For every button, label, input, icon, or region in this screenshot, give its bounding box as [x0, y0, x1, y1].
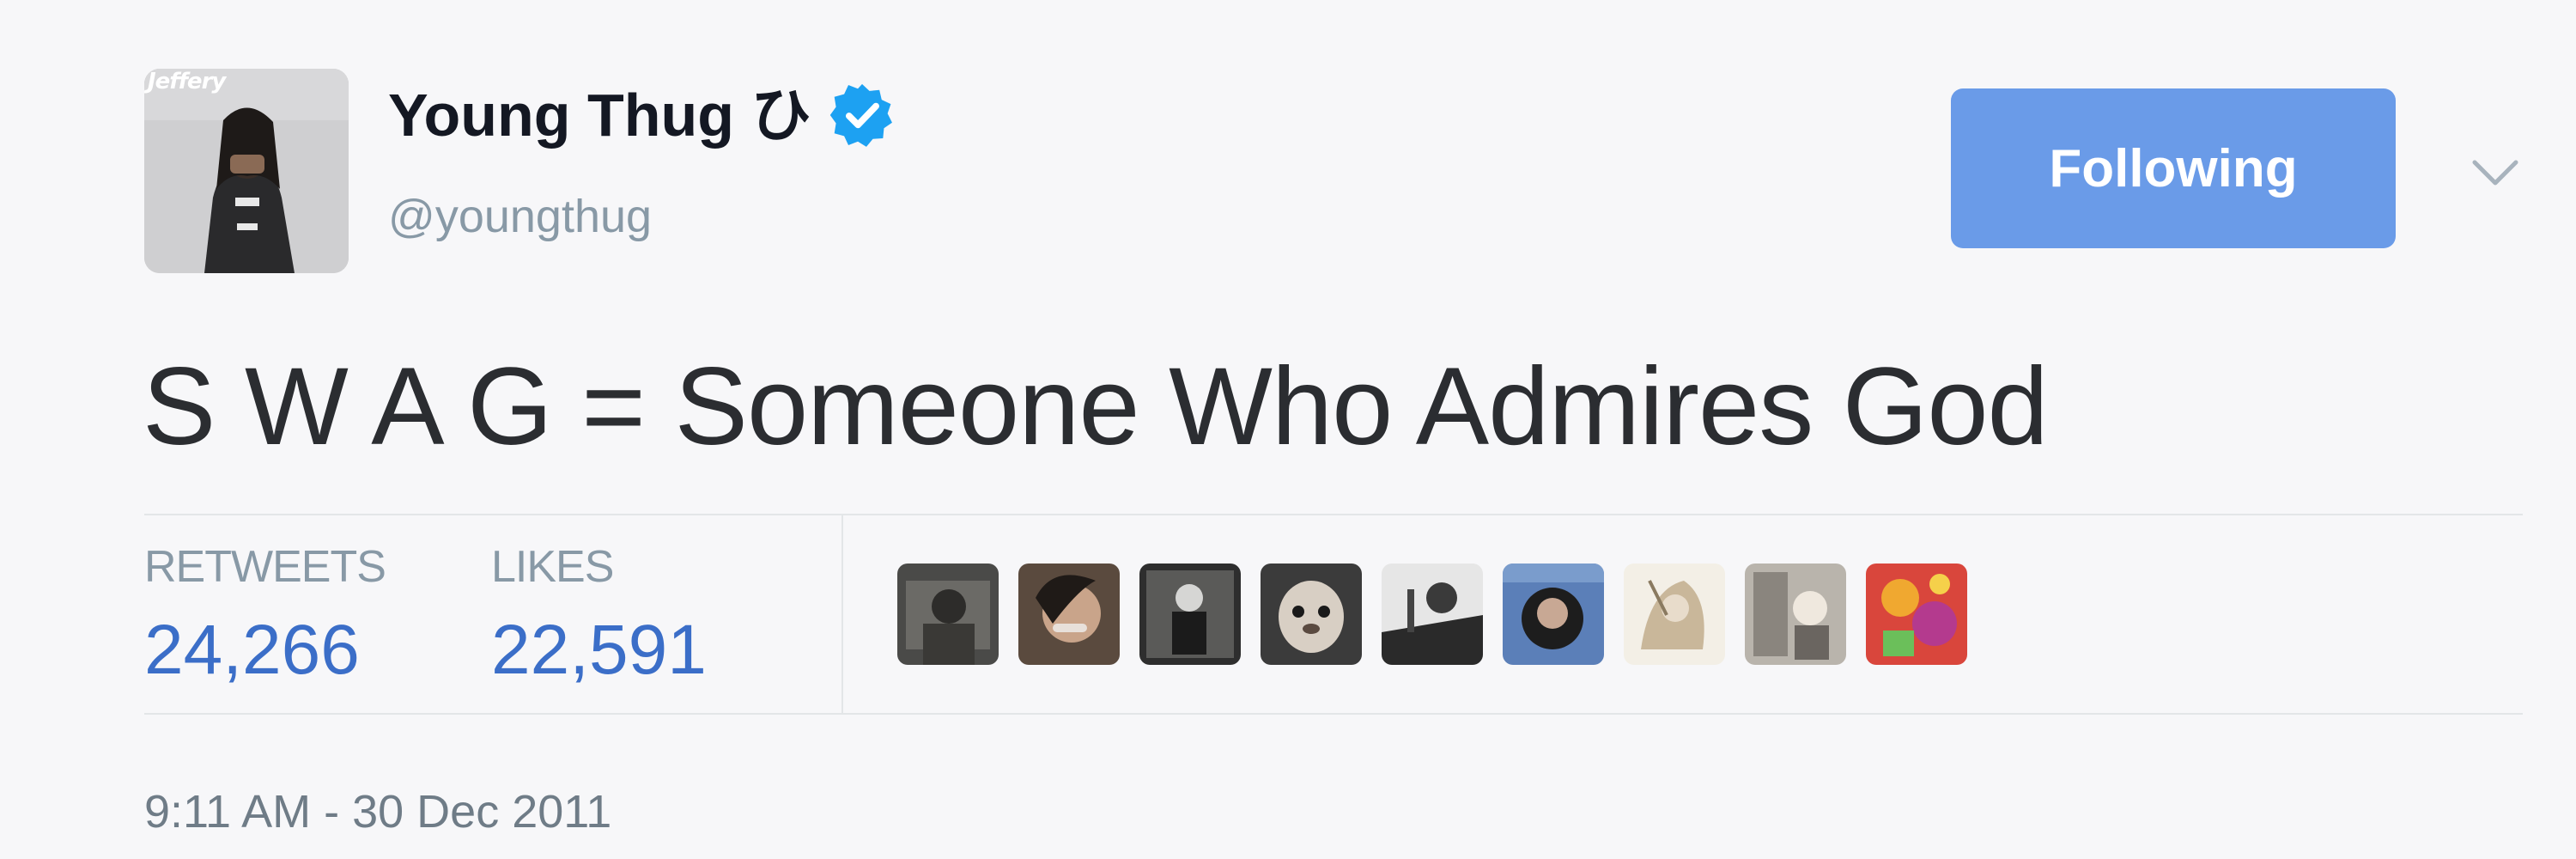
- liker-avatar-3-icon[interactable]: [1139, 564, 1241, 665]
- divider: [144, 514, 2523, 515]
- likes-stat[interactable]: LIKES 22,591: [491, 545, 707, 685]
- verified-badge-icon: [829, 82, 895, 148]
- following-button[interactable]: Following: [1951, 88, 2396, 248]
- likes-count[interactable]: 22,591: [491, 615, 707, 685]
- liker-avatar-2-icon[interactable]: [1018, 564, 1120, 665]
- tweet-card: Jeffery Young Thug ひ @youngthug Followin…: [0, 0, 2576, 859]
- tweet-timestamp[interactable]: 9:11 AM - 30 Dec 2011: [144, 789, 611, 835]
- display-name[interactable]: Young Thug ひ: [388, 85, 811, 145]
- liker-avatar-7-icon[interactable]: [1624, 564, 1725, 665]
- tweet-text: S W A G = Someone Who Admires God: [143, 345, 2049, 468]
- liker-avatar-5-icon[interactable]: [1382, 564, 1483, 665]
- chevron-down-icon[interactable]: [2471, 159, 2519, 188]
- retweets-stat[interactable]: RETWEETS 24,266: [144, 545, 386, 685]
- likes-label: LIKES: [491, 542, 614, 592]
- liker-avatar-8-icon[interactable]: [1745, 564, 1846, 665]
- stats-divider: [841, 515, 843, 713]
- divider: [144, 713, 2523, 715]
- user-avatar[interactable]: Jeffery: [144, 69, 349, 273]
- avatar-photo-icon: [144, 69, 349, 273]
- liker-avatars: [897, 564, 1967, 665]
- user-handle[interactable]: @youngthug: [388, 193, 652, 240]
- liker-avatar-1-icon[interactable]: [897, 564, 999, 665]
- liker-avatar-6-icon[interactable]: [1503, 564, 1604, 665]
- liker-avatar-4-icon[interactable]: [1261, 564, 1362, 665]
- display-name-row[interactable]: Young Thug ひ: [388, 82, 895, 148]
- retweets-count[interactable]: 24,266: [144, 615, 386, 685]
- liker-avatar-9-icon[interactable]: [1866, 564, 1967, 665]
- retweets-label: RETWEETS: [144, 542, 386, 592]
- avatar-watermark: Jeffery: [148, 69, 226, 94]
